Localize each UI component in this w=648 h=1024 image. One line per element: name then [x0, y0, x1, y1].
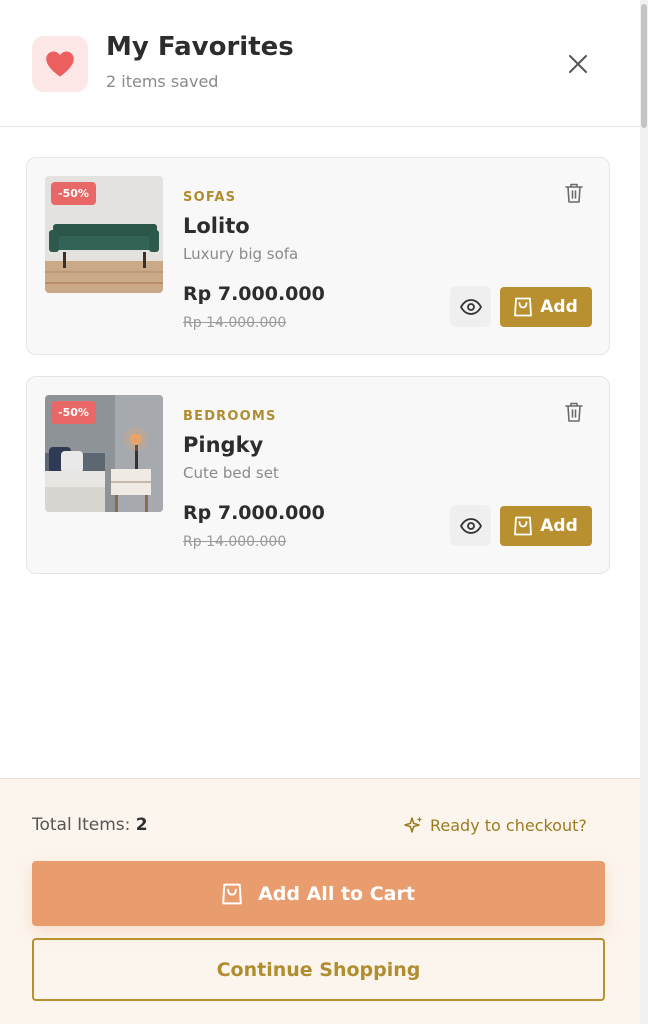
close-button[interactable] — [562, 48, 594, 80]
quick-view-button[interactable] — [450, 505, 491, 546]
product-category: SOFAS — [183, 190, 237, 205]
product-category: BEDROOMS — [183, 409, 277, 424]
ready-to-checkout-text: Ready to checkout? — [430, 815, 587, 835]
close-icon — [569, 55, 587, 73]
eye-icon — [459, 298, 482, 315]
favorites-panel: My Favorites 2 items saved -50% SOFAS Lo… — [0, 0, 640, 1024]
remove-favorite-button[interactable] — [561, 180, 587, 206]
add-button-label: Add — [540, 297, 578, 317]
discount-badge: -50% — [51, 401, 96, 424]
product-image-bedroom[interactable]: -50% — [45, 395, 163, 512]
ready-to-checkout: Ready to checkout? — [404, 815, 587, 835]
trash-icon — [565, 402, 583, 422]
product-old-price: Rp 14.000.000 — [183, 315, 287, 331]
discount-badge: -50% — [51, 182, 96, 205]
shopping-bag-icon — [514, 516, 533, 536]
product-price: Rp 7.000.000 — [183, 502, 325, 524]
remove-favorite-button[interactable] — [561, 399, 587, 425]
add-to-cart-button[interactable]: Add — [500, 506, 592, 546]
product-name: Pingky — [183, 433, 264, 457]
shopping-bag-icon — [222, 883, 242, 904]
total-items: Total Items: 2 — [32, 815, 148, 835]
heart-icon-badge — [32, 36, 88, 92]
product-description: Cute bed set — [183, 464, 279, 482]
scrollbar-thumb[interactable] — [641, 4, 647, 128]
product-name: Lolito — [183, 214, 250, 238]
product-price: Rp 7.000.000 — [183, 283, 325, 305]
favorites-footer: Total Items: 2 Ready to checkout? Add Al… — [0, 778, 640, 1024]
trash-icon — [565, 183, 583, 203]
favorite-item-card: -50% BEDROOMS Pingky Cute bed set Rp 7.0… — [26, 376, 610, 574]
add-button-label: Add — [540, 516, 578, 536]
items-saved-count: 2 items saved — [106, 72, 219, 91]
favorite-item-card: -50% SOFAS Lolito Luxury big sofa Rp 7.0… — [26, 157, 610, 355]
product-description: Luxury big sofa — [183, 245, 299, 263]
favorites-header: My Favorites 2 items saved — [0, 0, 640, 127]
scrollbar[interactable] — [640, 0, 648, 1024]
add-all-to-cart-button[interactable]: Add All to Cart — [32, 861, 605, 926]
sparkle-icon — [404, 816, 423, 833]
shopping-bag-icon — [514, 297, 533, 317]
eye-icon — [459, 517, 482, 534]
heart-icon — [46, 51, 74, 77]
page-title: My Favorites — [106, 32, 294, 62]
quick-view-button[interactable] — [450, 286, 491, 327]
total-items-count: 2 — [135, 815, 148, 835]
continue-shopping-button[interactable]: Continue Shopping — [32, 938, 605, 1001]
total-items-label: Total Items: — [32, 815, 131, 835]
continue-shopping-label: Continue Shopping — [216, 958, 421, 981]
product-old-price: Rp 14.000.000 — [183, 534, 287, 550]
product-image-sofa[interactable]: -50% — [45, 176, 163, 293]
add-all-label: Add All to Cart — [258, 882, 415, 905]
add-to-cart-button[interactable]: Add — [500, 287, 592, 327]
